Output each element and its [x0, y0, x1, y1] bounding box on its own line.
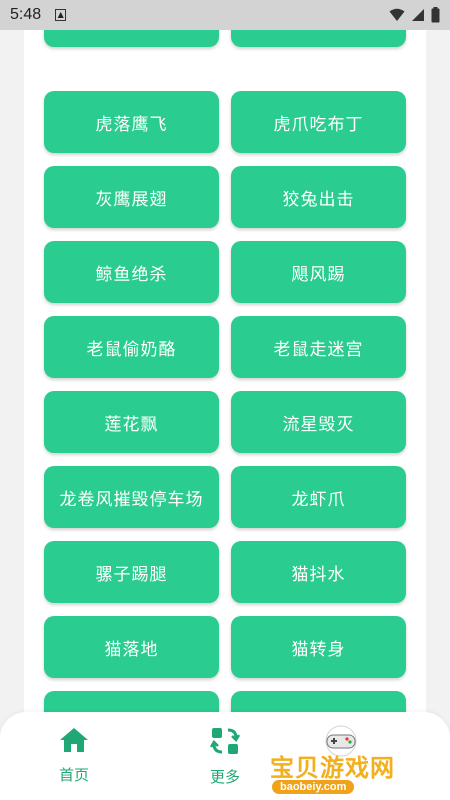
nav-home[interactable]: 首页	[44, 726, 104, 785]
move-button[interactable]: 猫转身	[231, 616, 406, 678]
status-bar: 5:48 ▲	[0, 0, 450, 30]
move-button[interactable]: 龙卷风摧毁停车场	[44, 466, 219, 528]
move-list[interactable]: 黑虎掏心 红雷拳 虎落鹰飞 虎爪吃布丁 灰鹰展翅 狡兔出击 鲸鱼绝杀 飓风踢 老…	[24, 0, 426, 800]
move-button[interactable]: 老鼠走迷宫	[231, 316, 406, 378]
bottom-nav: 首页 更多 宝贝游戏网 baobeiy.com	[0, 712, 450, 800]
move-button[interactable]: 莲花飘	[44, 391, 219, 453]
watermark-logo: 宝贝游戏网 baobeiy.com	[270, 725, 420, 794]
nav-more[interactable]: 更多	[195, 726, 255, 787]
move-button[interactable]: 虎爪吃布丁	[231, 91, 406, 153]
move-button[interactable]: 猫抖水	[231, 541, 406, 603]
nav-home-label: 首页	[58, 766, 89, 784]
battery-icon	[431, 7, 440, 23]
move-button[interactable]: 飓风踢	[231, 241, 406, 303]
move-button[interactable]: 虎落鹰飞	[44, 91, 219, 153]
move-button[interactable]: 鲸鱼绝杀	[44, 241, 219, 303]
status-icons	[389, 7, 440, 23]
nav-more-label: 更多	[209, 768, 240, 786]
move-button[interactable]: 龙虾爪	[231, 466, 406, 528]
move-button[interactable]: 流星毁灭	[231, 391, 406, 453]
watermark-text: 宝贝游戏网	[270, 754, 395, 782]
home-icon	[60, 728, 88, 752]
move-button[interactable]: 猫落地	[44, 616, 219, 678]
refresh-grid-icon	[210, 728, 240, 754]
move-button[interactable]: 骡子踢腿	[44, 541, 219, 603]
move-button[interactable]: 老鼠偷奶酪	[44, 316, 219, 378]
watermark-url: baobeiy.com	[272, 780, 355, 794]
notification-app-icon: ▲	[55, 9, 67, 21]
move-button[interactable]: 狡兔出击	[231, 166, 406, 228]
status-time: 5:48	[10, 6, 42, 23]
cell-signal-icon	[412, 9, 424, 21]
wifi-icon	[389, 8, 405, 21]
move-button[interactable]: 灰鹰展翅	[44, 166, 219, 228]
